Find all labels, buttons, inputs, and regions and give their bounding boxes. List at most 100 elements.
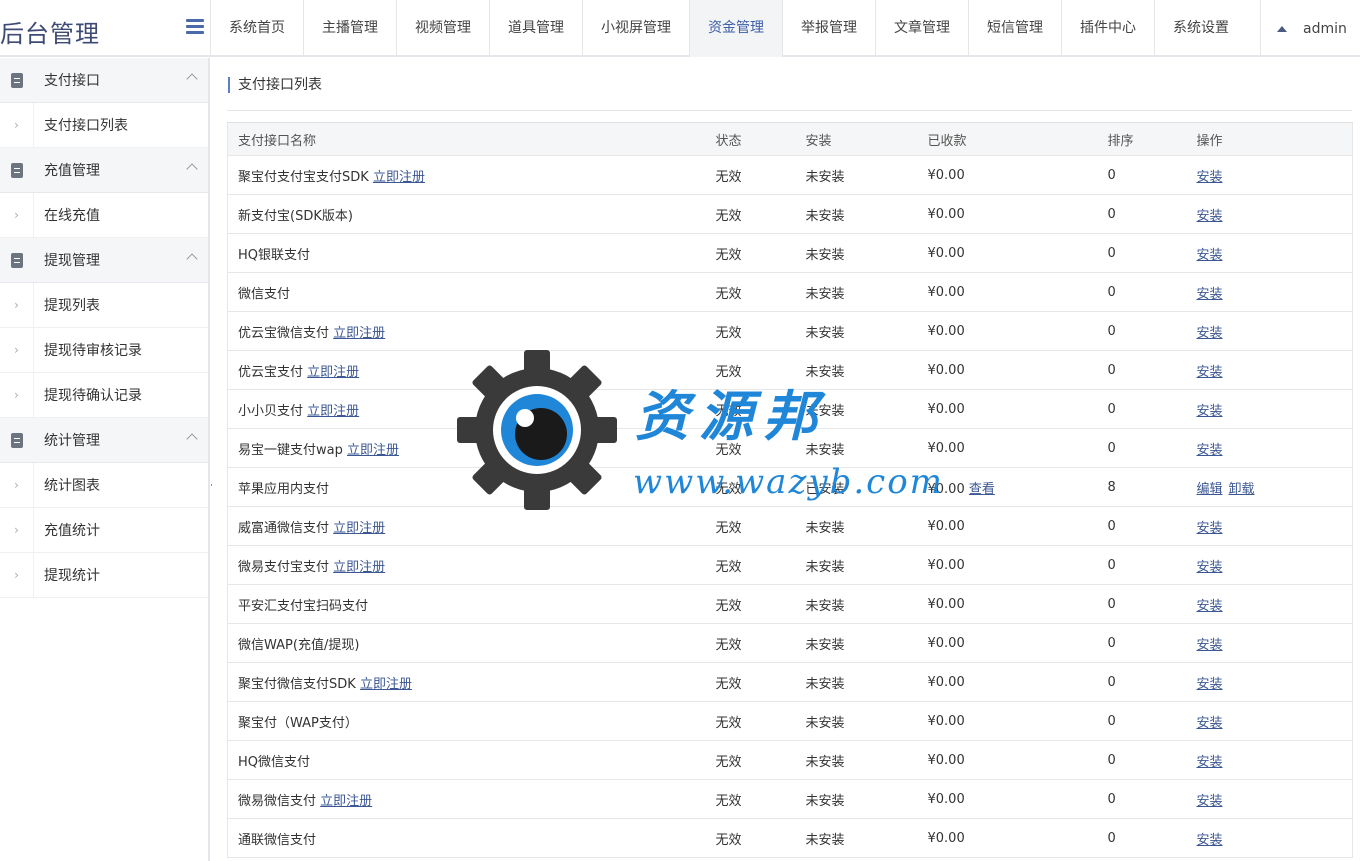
- status-cell: 无效: [705, 545, 796, 585]
- nav-item[interactable]: 资金管理: [689, 0, 782, 57]
- register-link[interactable]: 立即注册: [333, 560, 385, 575]
- amount: ¥0.00: [927, 557, 965, 573]
- amount: ¥0.00: [927, 401, 965, 417]
- action-link[interactable]: 安装: [1197, 638, 1223, 653]
- gateway-name: 平安汇支付宝扫码支付: [238, 598, 369, 614]
- status-cell: 无效: [705, 818, 796, 858]
- gateway-name: 小小贝支付: [238, 403, 304, 419]
- actions-cell: 安装: [1186, 155, 1353, 195]
- top-nav: 系统首页 主播管理 视频管理 道具管理 小视屏管理 资金管理 举报管理 文章管理 短信管理 插件中…: [210, 0, 1247, 57]
- action-link[interactable]: 安装: [1197, 716, 1223, 731]
- status-cell: 无效: [705, 623, 796, 663]
- install-cell: 未安装: [795, 623, 918, 663]
- nav-item[interactable]: 系统首页: [210, 0, 303, 57]
- actions-cell: 安装: [1186, 623, 1353, 663]
- sidebar-item[interactable]: › 提现列表: [0, 282, 208, 328]
- nav-item[interactable]: 视频管理: [396, 0, 489, 57]
- table-row: 优云宝支付 立即注册 无效 未安装 ¥0.00 0 安装: [227, 350, 1353, 390]
- register-link[interactable]: 立即注册: [307, 365, 359, 380]
- sidebar-item-label: 在线充值: [44, 208, 100, 224]
- register-link[interactable]: 立即注册: [320, 794, 372, 809]
- install-cell: 未安装: [795, 779, 918, 819]
- action-link[interactable]: 安装: [1197, 560, 1223, 575]
- sort-cell: 0: [1097, 272, 1187, 312]
- actions-cell: 安装: [1186, 194, 1353, 234]
- sidebar-group[interactable]: 支付接口: [0, 58, 208, 103]
- action-link[interactable]: 安装: [1197, 521, 1223, 536]
- nav-item[interactable]: 小视屏管理: [582, 0, 689, 57]
- sidebar-item[interactable]: › 统计图表: [0, 462, 208, 508]
- sort-cell: 0: [1097, 311, 1187, 351]
- user-menu[interactable]: admin: [1260, 0, 1360, 57]
- amount: ¥0.00: [927, 518, 965, 534]
- status-cell: 无效: [705, 662, 796, 702]
- action-link[interactable]: 安装: [1197, 365, 1223, 380]
- chevron-right-icon: ›: [0, 192, 34, 238]
- table-row: 小小贝支付 立即注册 无效 未安装 ¥0.00 0 安装: [227, 389, 1353, 429]
- install-cell: 未安装: [795, 350, 918, 390]
- nav-item[interactable]: 短信管理: [968, 0, 1061, 57]
- sidebar-item[interactable]: › 提现待审核记录: [0, 327, 208, 373]
- action-link[interactable]: 安装: [1197, 248, 1223, 263]
- action-link[interactable]: 安装: [1197, 287, 1223, 302]
- actions-cell: 安装: [1186, 701, 1353, 741]
- chevron-right-icon: ›: [0, 462, 34, 508]
- register-link[interactable]: 立即注册: [360, 677, 412, 692]
- sidebar-item-label: 支付接口列表: [44, 118, 128, 134]
- action-link[interactable]: 安装: [1197, 677, 1223, 692]
- gateway-name-cell: 微易支付宝支付 立即注册: [227, 545, 706, 585]
- amount-cell: ¥0.00: [917, 194, 1098, 234]
- sidebar-item[interactable]: › 支付接口列表: [0, 102, 208, 148]
- nav-item[interactable]: 文章管理: [875, 0, 968, 57]
- column-header: 安装: [795, 122, 918, 156]
- action-link[interactable]: 安装: [1197, 170, 1223, 185]
- document-icon: [0, 418, 34, 463]
- sidebar-item[interactable]: › 在线充值: [0, 192, 208, 238]
- amount: ¥0.00: [927, 323, 965, 339]
- action-link[interactable]: 安装: [1197, 326, 1223, 341]
- amount: ¥0.00: [927, 791, 965, 807]
- action-link[interactable]: 卸载: [1229, 482, 1255, 497]
- sidebar-group[interactable]: 提现管理: [0, 238, 208, 283]
- register-link[interactable]: 立即注册: [333, 326, 385, 341]
- view-link[interactable]: 查看: [969, 482, 995, 497]
- action-link[interactable]: 编辑: [1197, 482, 1223, 497]
- action-link[interactable]: 安装: [1197, 833, 1223, 848]
- main-content: 支付接口列表 支付接口名称 状态 安装 已收款 排序 操作 聚宝付支付宝支付SDK 立即注…: [212, 58, 1360, 861]
- table-row: 优云宝微信支付 立即注册 无效 未安装 ¥0.00 0 安装: [227, 311, 1353, 351]
- register-link[interactable]: 立即注册: [347, 443, 399, 458]
- sort-cell: 0: [1097, 662, 1187, 702]
- sidebar-item[interactable]: › 充值统计: [0, 507, 208, 553]
- action-link[interactable]: 安装: [1197, 599, 1223, 614]
- status-cell: 无效: [705, 350, 796, 390]
- sidebar-item[interactable]: › 提现待确认记录: [0, 372, 208, 418]
- gateway-name: 聚宝付（WAP支付）: [238, 715, 358, 731]
- gateway-name: 微易微信支付: [238, 793, 317, 809]
- gateway-name: 微信支付: [238, 286, 291, 302]
- gateway-name-cell: 微易微信支付 立即注册: [227, 779, 706, 819]
- status-cell: 无效: [705, 311, 796, 351]
- sidebar-group[interactable]: 充值管理: [0, 148, 208, 193]
- nav-item[interactable]: 插件中心: [1061, 0, 1154, 57]
- action-link[interactable]: 安装: [1197, 755, 1223, 770]
- nav-item[interactable]: 道具管理: [489, 0, 582, 57]
- register-link[interactable]: 立即注册: [373, 170, 425, 185]
- action-link[interactable]: 安装: [1197, 209, 1223, 224]
- amount-cell: ¥0.00: [917, 311, 1098, 351]
- sidebar-item[interactable]: › 提现统计: [0, 552, 208, 598]
- nav-item[interactable]: 系统设置: [1154, 0, 1247, 57]
- sidebar-group[interactable]: 统计管理: [0, 418, 208, 463]
- register-link[interactable]: 立即注册: [333, 521, 385, 536]
- action-link[interactable]: 安装: [1197, 443, 1223, 458]
- action-link[interactable]: 安装: [1197, 404, 1223, 419]
- install-cell: 未安装: [795, 155, 918, 195]
- amount-cell: ¥0.00: [917, 623, 1098, 663]
- amount: ¥0.00: [927, 167, 965, 183]
- nav-item[interactable]: 举报管理: [782, 0, 875, 57]
- register-link[interactable]: 立即注册: [307, 404, 359, 419]
- action-link[interactable]: 安装: [1197, 794, 1223, 809]
- menu-toggle-icon[interactable]: [184, 16, 206, 38]
- nav-item[interactable]: 主播管理: [303, 0, 396, 57]
- actions-cell: 安装: [1186, 428, 1353, 468]
- table-row: HQ微信支付 无效 未安装 ¥0.00 0 安装: [227, 740, 1353, 780]
